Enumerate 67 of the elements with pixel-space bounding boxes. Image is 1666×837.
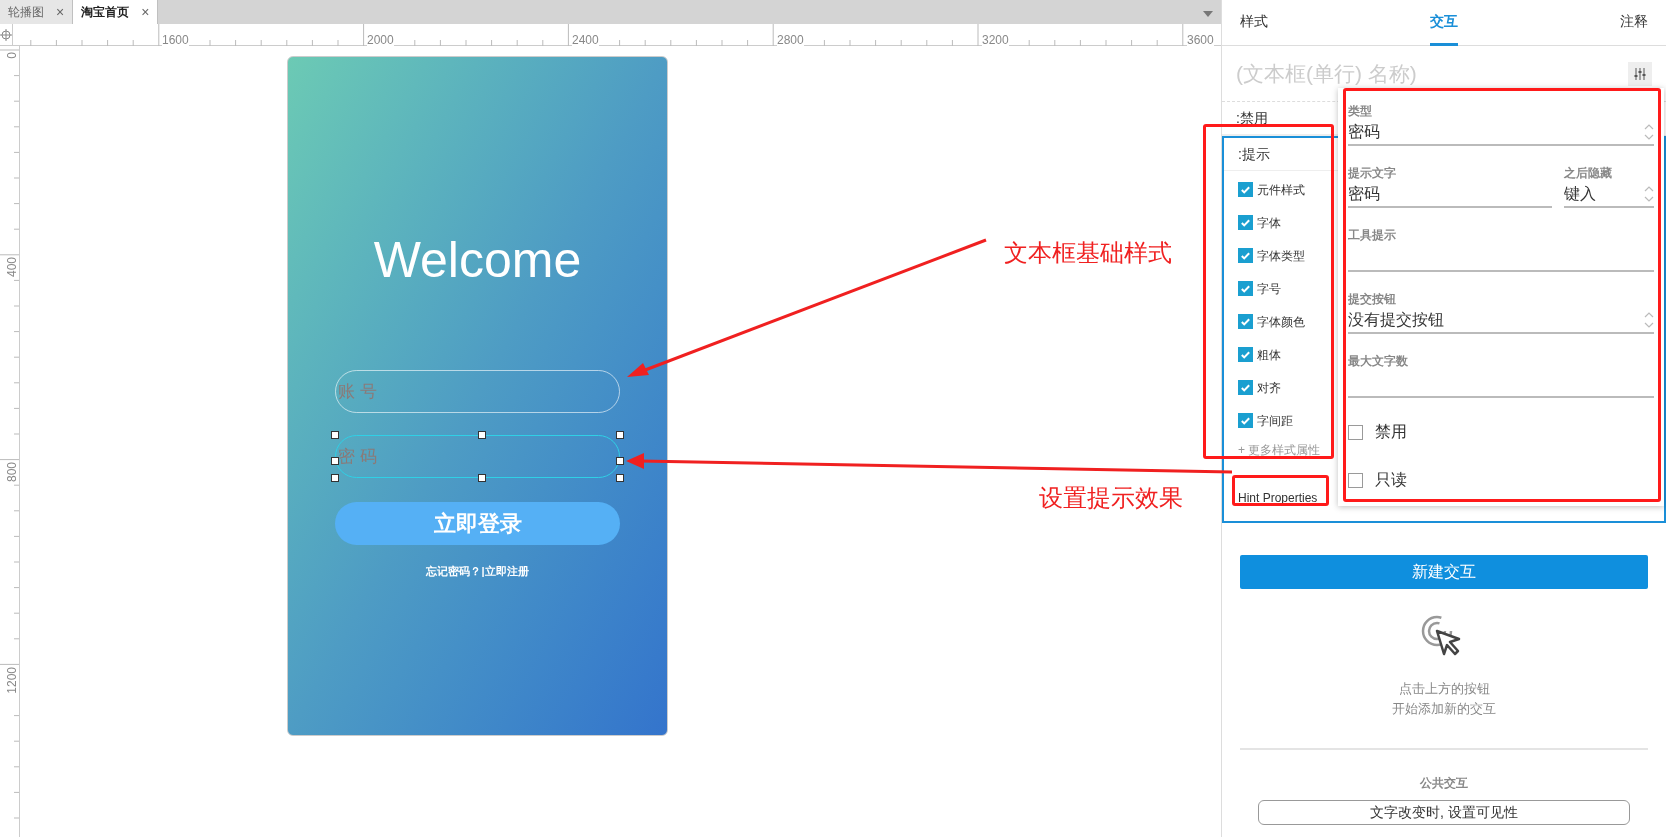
annotation-text: 设置提示效果 [1039, 483, 1183, 513]
crosshair-icon[interactable] [0, 28, 12, 41]
panel-tab[interactable]: 样式 [1240, 0, 1268, 46]
submit-button-select[interactable]: 没有提交按钮 [1348, 308, 1654, 334]
panel-tab[interactable]: 注释 [1620, 0, 1648, 46]
field-label: 类型 [1348, 103, 1373, 120]
hide-after-select[interactable]: 键入 [1564, 182, 1654, 208]
option-label: 元件样式 [1257, 181, 1305, 199]
panel-tab[interactable]: 交互 [1430, 0, 1458, 46]
welcome-title: Welcome [373, 231, 582, 290]
spinner-icon [1644, 185, 1654, 203]
type-select[interactable]: 密码 [1348, 120, 1654, 146]
checkbox[interactable] [1238, 248, 1253, 263]
annotation-text: 文本框基础样式 [1004, 238, 1172, 268]
option-label: 字间距 [1257, 412, 1293, 430]
checkbox-label: 禁用 [1375, 422, 1407, 442]
checkbox-label: 只读 [1375, 470, 1407, 490]
check-icon [1240, 250, 1251, 261]
check-icon [1240, 316, 1251, 327]
ruler-label: 2800 [777, 33, 804, 47]
checkbox[interactable] [1238, 347, 1253, 362]
sliders-icon [1633, 66, 1647, 81]
spinner-icon [1644, 123, 1654, 141]
spinner-icon [1644, 311, 1654, 329]
dropdown-caret-icon[interactable] [1203, 11, 1213, 17]
field-label: 提交按钮 [1348, 291, 1397, 308]
check-icon [1240, 217, 1251, 228]
close-icon[interactable]: × [141, 1, 150, 23]
field-label: 工具提示 [1348, 227, 1397, 244]
field-label: 之后隐藏 [1564, 165, 1613, 182]
ruler-label: 1600 [162, 33, 189, 47]
settings-button[interactable] [1628, 61, 1652, 86]
checkbox[interactable] [1238, 314, 1253, 329]
option-label: 字体颜色 [1257, 313, 1305, 331]
option-label: 字体 [1257, 214, 1281, 232]
option-label: 粗体 [1257, 346, 1281, 364]
checkbox[interactable] [1238, 281, 1253, 296]
option-label: 对齐 [1257, 379, 1281, 397]
section-title: 公共交互 [1420, 775, 1468, 792]
ruler-label: 2000 [367, 33, 394, 47]
field-label: 提示文字 [1348, 165, 1397, 182]
hint-text-field[interactable]: 密码 [1348, 182, 1552, 208]
check-icon [1240, 184, 1251, 195]
option-label: 字体类型 [1257, 247, 1305, 265]
common-interaction-item[interactable]: 文字改变时, 设置可见性 [1258, 800, 1630, 825]
checkbox[interactable] [1238, 413, 1253, 428]
checkbox[interactable] [1238, 215, 1253, 230]
document-tab[interactable]: 轮播图 × [0, 0, 74, 24]
option-label: 字号 [1257, 280, 1281, 298]
field-label: 最大文字数 [1348, 353, 1409, 370]
checkbox[interactable] [1238, 380, 1253, 395]
check-icon [1240, 415, 1251, 426]
checkbox[interactable] [1348, 472, 1363, 488]
check-icon [1240, 349, 1251, 360]
document-tab[interactable]: 淘宝首页 × [73, 0, 159, 24]
ruler-label: 3200 [982, 33, 1009, 47]
empty-hint-text: 开始添加新的交互 [1392, 699, 1496, 718]
close-icon[interactable]: × [56, 1, 65, 23]
checkbox[interactable] [1238, 182, 1253, 197]
empty-hint-text: 点击上方的按钮 [1398, 680, 1490, 698]
new-interaction-button[interactable]: 新建交互 [1240, 555, 1648, 589]
ruler-label: 2400 [572, 33, 599, 47]
check-icon [1240, 283, 1251, 294]
ruler-label: 3600 [1187, 33, 1214, 47]
checkbox[interactable] [1348, 424, 1363, 440]
check-icon [1240, 382, 1251, 393]
account-links[interactable]: 忘记密码？|立即注册 [426, 563, 529, 580]
